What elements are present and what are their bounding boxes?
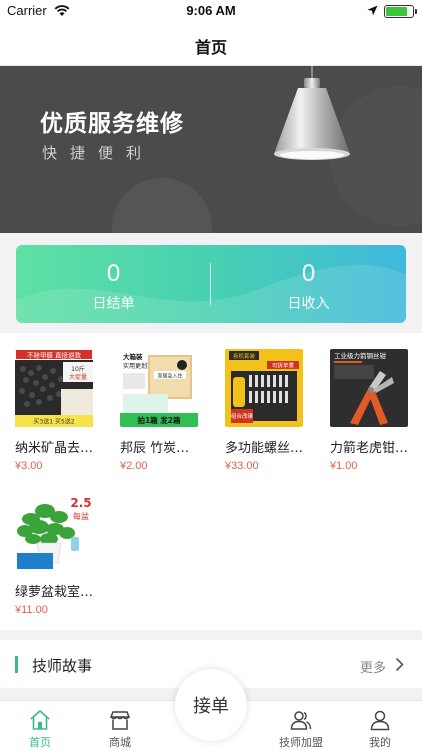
- promo-banner[interactable]: 优质服务维修 快捷便利: [0, 66, 422, 233]
- product-price: ¥11.00: [15, 604, 48, 616]
- battery-level: [386, 7, 407, 16]
- banner-subline: 快捷便利: [42, 144, 155, 162]
- daily-stats-card: 0 日结单 0 日收入: [16, 245, 406, 323]
- daily-orders-label: 日结单: [92, 296, 135, 312]
- product-image-text: 大箱装: [123, 352, 143, 361]
- product-name: 纳米矿晶去…: [15, 441, 94, 456]
- product-image-text: 可拆苹果: [272, 362, 295, 370]
- product-name: 力箭老虎钳…: [330, 441, 409, 456]
- product-image-text: 10斤: [71, 365, 85, 373]
- banner-decor-circle: [112, 178, 212, 233]
- tab-mall[interactable]: 商城: [85, 701, 155, 750]
- product-price: ¥1.00: [330, 460, 358, 472]
- product-image: 工业级力箭钢丝钳: [330, 349, 408, 427]
- lamp-image: [274, 66, 350, 160]
- chevron-right-icon[interactable]: [395, 657, 404, 672]
- product-card[interactable]: 大箱装 实用更划算 家居急入住 拍1箱 发2箱 邦辰 竹炭… ¥2.00: [120, 349, 198, 472]
- product-image-text: 2.5: [70, 496, 91, 510]
- people-icon: [290, 711, 312, 730]
- tab-mine-label: 我的: [369, 736, 391, 749]
- product-image-text: 家居急入住: [157, 373, 182, 380]
- page-title: 首页: [194, 38, 227, 57]
- product-price: ¥33.00: [225, 460, 259, 472]
- product-card[interactable]: 拆机套装 可拆苹果 组合改锥 多功能螺丝… ¥33.00: [225, 349, 303, 472]
- product-grid: 不除甲醛 直接退款 10斤 大促量 买3送1 买5送2 纳米矿晶去… ¥3.00: [0, 333, 422, 630]
- app-root: Carrier 9:06 AM 首页 优质服务维修 快捷便利 0 日结单 0 日…: [0, 0, 422, 750]
- daily-orders[interactable]: 0 日结单: [16, 259, 211, 313]
- nav-bar: 首页: [0, 22, 422, 66]
- product-image-text: 大促量: [69, 373, 87, 381]
- product-image-text: 拆机套装: [233, 352, 256, 360]
- product-card[interactable]: 2.5 每盆 绿萝盆栽室… ¥11.00: [15, 493, 93, 616]
- take-order-label: 接单: [193, 696, 229, 717]
- tab-home[interactable]: 首页: [5, 701, 75, 750]
- product-image-text: 不除甲醛 直接退款: [27, 351, 82, 360]
- product-image-text: 组合改锥: [231, 412, 254, 420]
- tab-mine[interactable]: 我的: [345, 701, 415, 750]
- product-image: 大箱装 实用更划算 家居急入住 拍1箱 发2箱: [120, 349, 198, 427]
- daily-orders-value: 0: [106, 260, 121, 287]
- product-name: 邦辰 竹炭…: [120, 441, 190, 456]
- daily-income[interactable]: 0 日收入: [211, 259, 406, 313]
- tab-join[interactable]: 技师加盟: [266, 701, 336, 750]
- tab-mall-label: 商城: [109, 736, 131, 749]
- product-image-text: 每盆: [73, 511, 89, 521]
- take-order-button[interactable]: 接单: [175, 669, 247, 741]
- location-icon: [367, 5, 378, 16]
- person-icon: [370, 710, 390, 731]
- shop-icon: [109, 711, 131, 730]
- product-name: 绿萝盆栽室…: [15, 585, 94, 600]
- clock: 9:06 AM: [186, 3, 236, 18]
- product-price: ¥3.00: [15, 460, 43, 472]
- product-image-text: 拍1箱 发2箱: [137, 415, 181, 425]
- story-title: 技师故事: [32, 657, 93, 675]
- product-image-text: 工业级力箭钢丝钳: [334, 351, 387, 360]
- tab-join-label: 技师加盟: [279, 736, 323, 749]
- home-icon: [30, 709, 50, 730]
- product-image: 不除甲醛 直接退款 10斤 大促量 买3送1 买5送2: [15, 349, 93, 427]
- product-card[interactable]: 不除甲醛 直接退款 10斤 大促量 买3送1 买5送2 纳米矿晶去… ¥3.00: [15, 349, 93, 472]
- product-image: 2.5 每盆: [15, 493, 93, 571]
- product-image: 拆机套装 可拆苹果 组合改锥: [225, 349, 303, 427]
- status-bar: Carrier 9:06 AM: [0, 0, 422, 22]
- daily-income-value: 0: [301, 260, 316, 287]
- daily-income-label: 日收入: [287, 296, 330, 312]
- product-card[interactable]: 工业级力箭钢丝钳 力箭老虎钳… ¥1.00: [330, 349, 408, 472]
- banner-headline: 优质服务维修: [40, 111, 184, 137]
- product-price: ¥2.00: [120, 460, 148, 472]
- story-more-link[interactable]: 更多: [360, 657, 386, 676]
- product-image-text: 买3送1 买5送2: [33, 418, 74, 426]
- section-accent-bar: [15, 656, 18, 673]
- product-name: 多功能螺丝…: [225, 441, 304, 456]
- battery-icon: [384, 5, 417, 18]
- tab-home-label: 首页: [29, 736, 51, 749]
